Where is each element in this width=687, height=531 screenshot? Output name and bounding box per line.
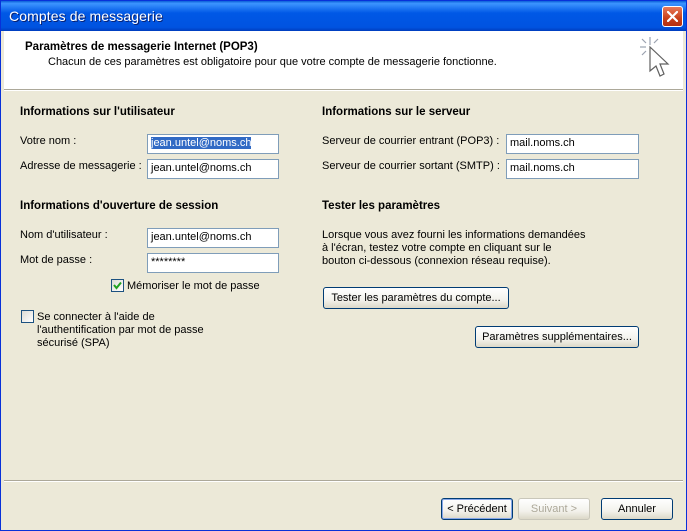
header-title: Paramètres de messagerie Internet (POP3) bbox=[25, 41, 258, 53]
outgoing-server-label: Serveur de courrier sortant (SMTP) : bbox=[322, 160, 500, 172]
title-bar[interactable]: Comptes de messagerie bbox=[1, 1, 686, 31]
close-button[interactable] bbox=[662, 6, 683, 27]
spa-label-line2: l'authentification par mot de passe bbox=[37, 324, 204, 336]
email-field[interactable]: jean.untel@noms.ch bbox=[147, 159, 279, 179]
incoming-server-label: Serveur de courrier entrant (POP3) : bbox=[322, 135, 500, 147]
next-button[interactable]: Suivant > bbox=[518, 498, 590, 520]
test-account-button[interactable]: Tester les paramètres du compte... bbox=[323, 287, 509, 309]
outgoing-server-field[interactable]: mail.noms.ch bbox=[506, 159, 639, 179]
dialog-window: Comptes de messagerie Paramètres de mess… bbox=[0, 0, 687, 531]
test-desc-line1: Lorsque vous avez fourni les information… bbox=[322, 229, 586, 241]
test-settings-heading: Tester les paramètres bbox=[322, 200, 441, 212]
test-desc-line2: à l'écran, testez votre compte en cliqua… bbox=[322, 242, 552, 254]
window-title: Comptes de messagerie bbox=[9, 8, 163, 24]
header-subtitle: Chacun de ces paramètres est obligatoire… bbox=[48, 56, 497, 68]
incoming-server-field[interactable]: mail.noms.ch bbox=[506, 134, 639, 154]
close-icon bbox=[667, 11, 678, 22]
name-field-value: jean.untel@noms.ch bbox=[151, 137, 252, 149]
spa-label-line1: Se connecter à l'aide de bbox=[37, 311, 155, 323]
user-info-heading: Informations sur l'utilisateur bbox=[20, 106, 175, 118]
password-field[interactable]: ******** bbox=[147, 253, 279, 273]
username-field[interactable]: jean.untel@noms.ch bbox=[147, 228, 279, 248]
check-icon bbox=[113, 281, 122, 290]
spa-label-line3: sécurisé (SPA) bbox=[37, 337, 110, 349]
wizard-cursor-icon bbox=[640, 37, 670, 77]
login-info-heading: Informations d'ouverture de session bbox=[20, 200, 219, 212]
email-label: Adresse de messagerie : bbox=[20, 160, 142, 172]
remember-password-checkbox[interactable] bbox=[111, 279, 124, 292]
remember-password-label: Mémoriser le mot de passe bbox=[127, 280, 260, 292]
server-info-heading: Informations sur le serveur bbox=[322, 106, 471, 118]
more-settings-button[interactable]: Paramètres supplémentaires... bbox=[475, 326, 639, 348]
spa-checkbox[interactable] bbox=[21, 310, 34, 323]
username-label: Nom d'utilisateur : bbox=[20, 229, 108, 241]
password-label: Mot de passe : bbox=[20, 254, 93, 266]
back-button[interactable]: < Précédent bbox=[441, 498, 513, 520]
footer-separator bbox=[4, 480, 683, 482]
test-desc-line3: bouton ci-dessous (connexion réseau requ… bbox=[322, 255, 551, 267]
header-separator bbox=[4, 89, 683, 91]
cancel-button[interactable]: Annuler bbox=[601, 498, 673, 520]
name-label: Votre nom : bbox=[20, 135, 77, 147]
wizard-header: Paramètres de messagerie Internet (POP3)… bbox=[4, 31, 683, 89]
name-field[interactable]: jean.untel@noms.ch bbox=[147, 134, 279, 154]
